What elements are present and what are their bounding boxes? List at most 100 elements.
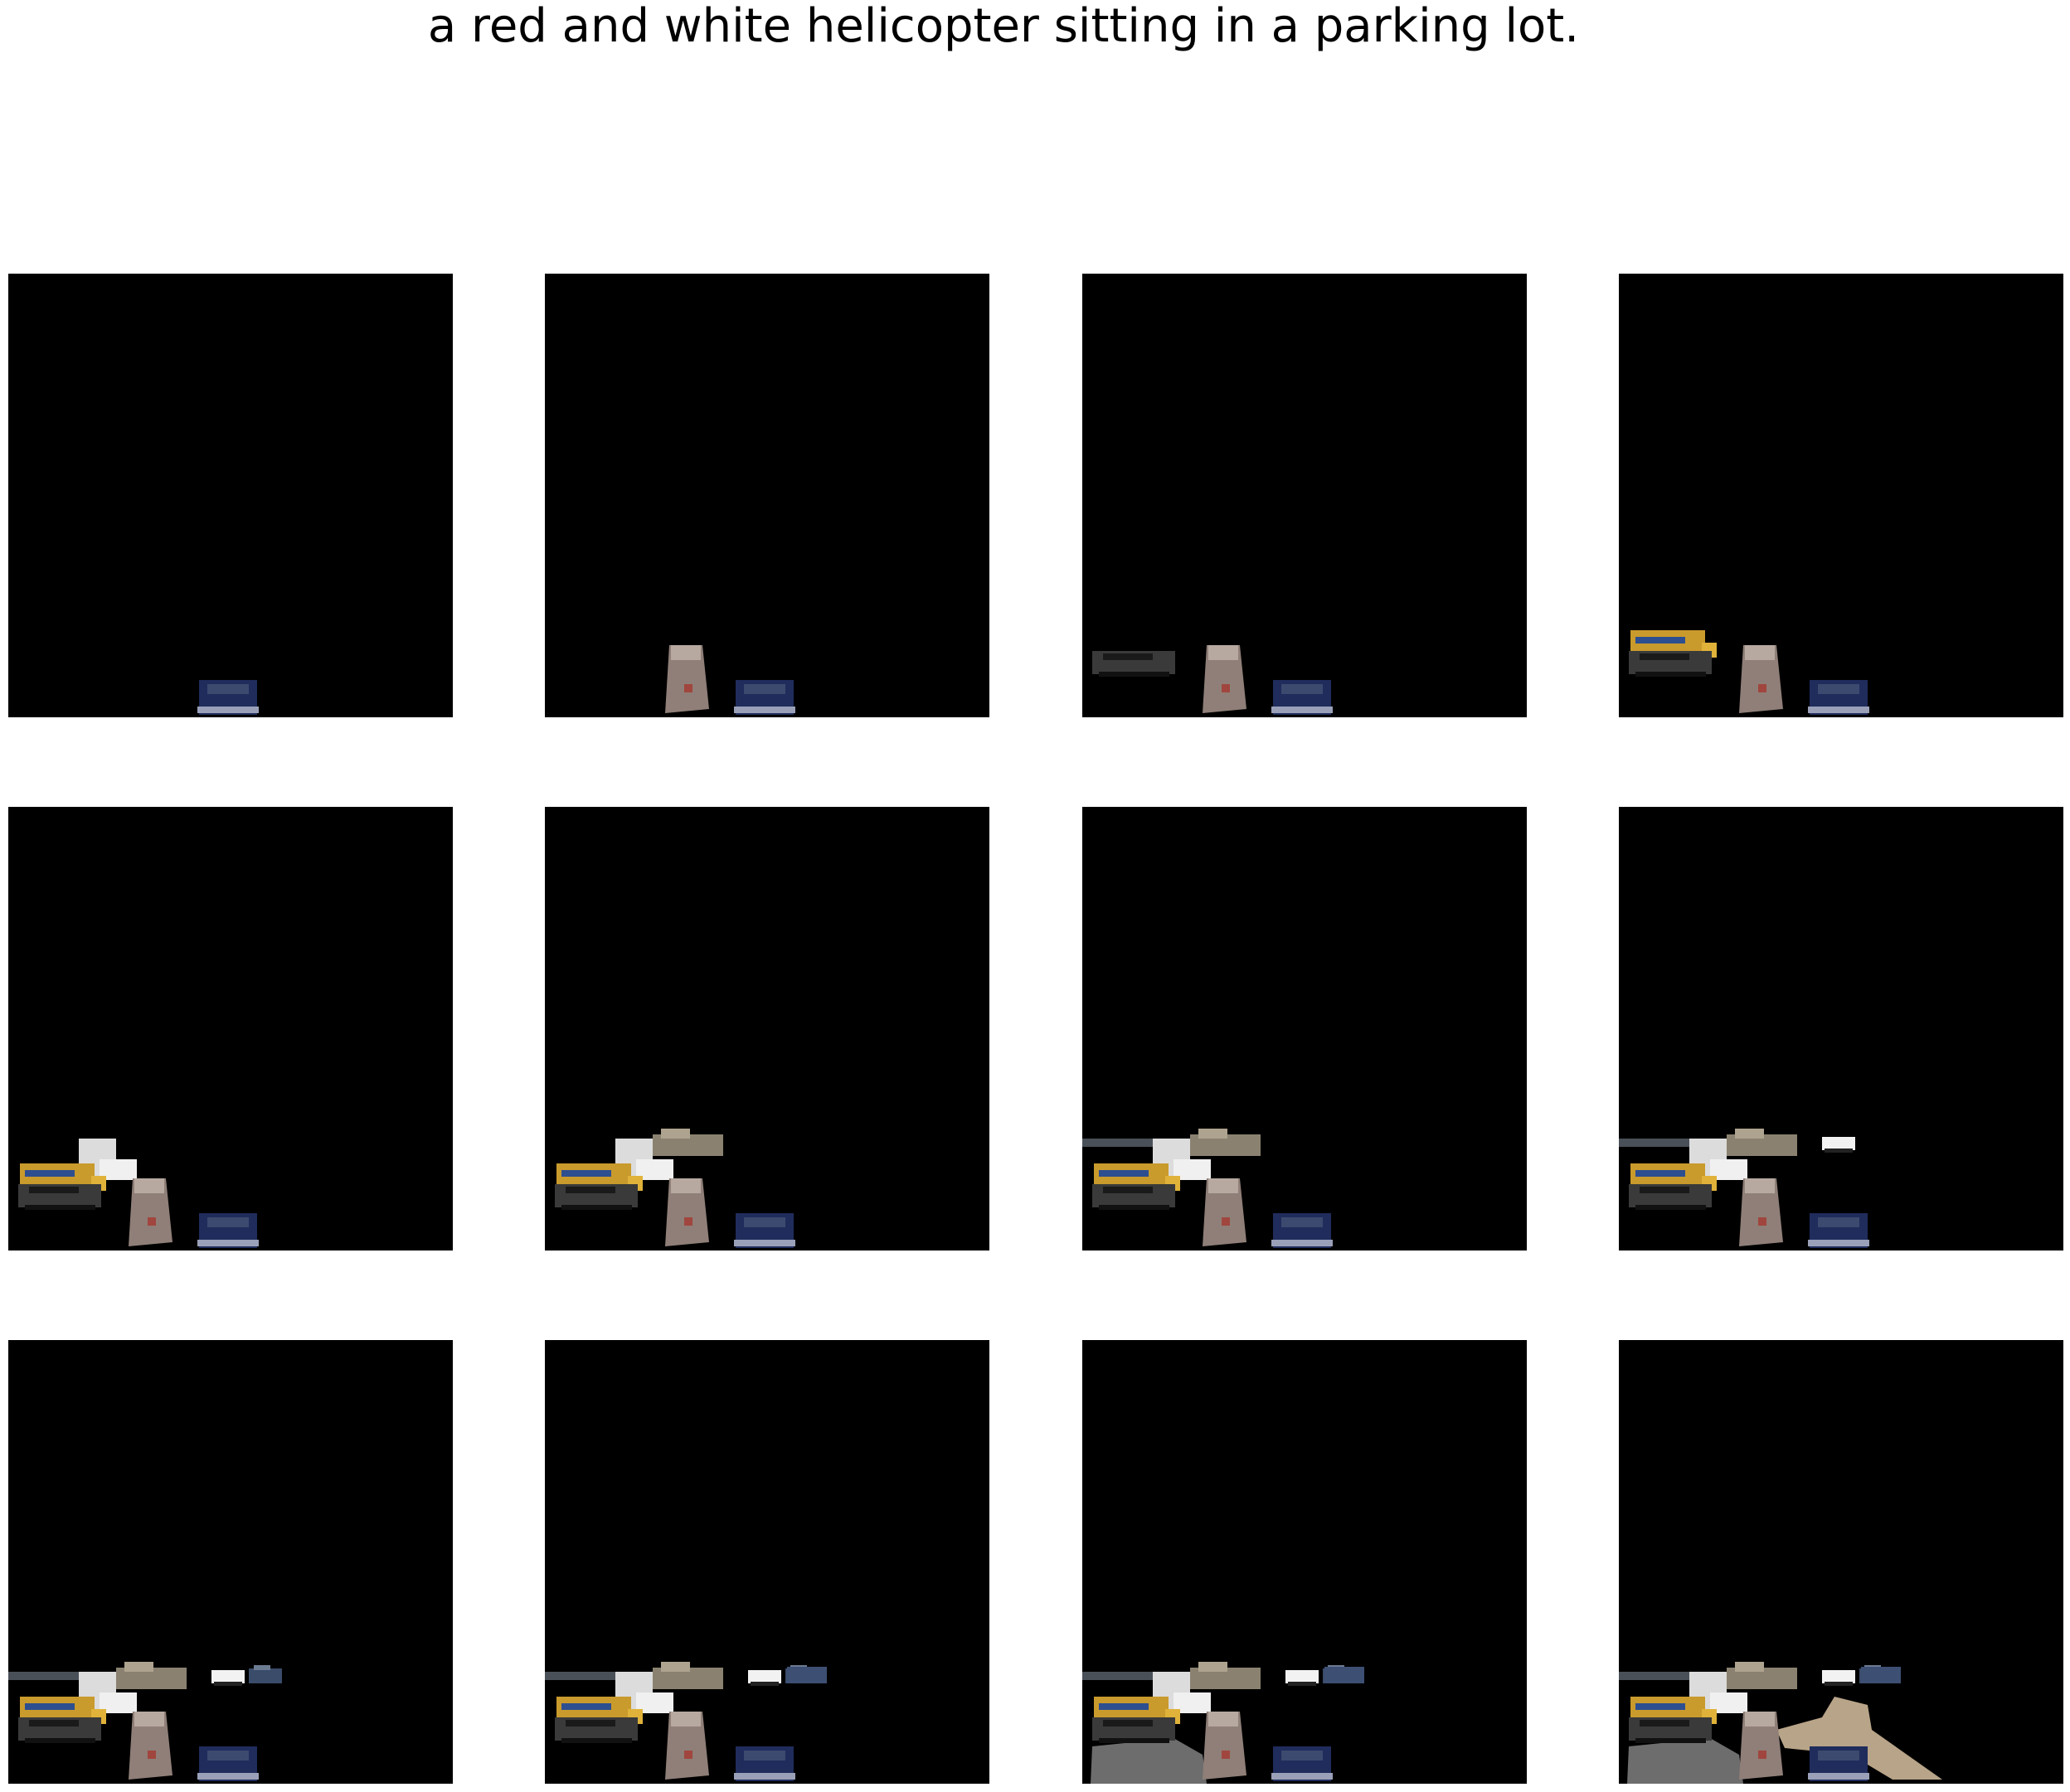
blue-car-window: [1818, 1751, 1859, 1760]
pickup-cab: [1198, 1129, 1227, 1139]
dark-van: [1629, 1717, 1712, 1743]
blue-vehicle-2-body: [1324, 1667, 1364, 1683]
white-car: [1822, 1137, 1855, 1153]
blue-car-bumper: [197, 1773, 259, 1780]
pickup: [1190, 1662, 1261, 1689]
dark-van: [555, 1717, 638, 1743]
dark-van-window: [1640, 653, 1689, 660]
pickup: [1190, 1129, 1261, 1156]
blue-car: [1271, 1213, 1333, 1248]
pickup-cab: [1198, 1662, 1227, 1672]
blue-car-window: [744, 1751, 785, 1760]
panel-step-12: [1619, 1340, 2063, 1784]
panel-step-7: [1082, 807, 1527, 1251]
blue-car-bumper: [734, 1240, 795, 1246]
rubble-mark: [148, 1217, 156, 1226]
dark-van-window: [1103, 653, 1153, 660]
rubble-top: [671, 645, 701, 660]
rubble-block: [665, 1178, 709, 1246]
white-car-body: [1822, 1137, 1855, 1150]
rubble-mark: [684, 1751, 692, 1759]
pickup-cab: [661, 1129, 690, 1139]
yellow-truck-stripe: [25, 1703, 75, 1710]
blue-car: [1808, 1213, 1869, 1248]
blue-car: [1271, 680, 1333, 715]
dark-van-wheels: [25, 1205, 95, 1210]
yellow-truck-stripe: [1099, 1170, 1149, 1177]
panel-step-4: [1619, 274, 2063, 717]
panel-grid: [0, 0, 2070, 1792]
blue-car-window: [1818, 1217, 1859, 1227]
blue-car-bumper: [734, 707, 795, 713]
yellow-truck-stripe: [25, 1170, 75, 1177]
rubble-mark: [1758, 1751, 1766, 1759]
dark-van-window: [566, 1720, 615, 1726]
dark-van-window: [29, 1187, 79, 1193]
pickup-cab: [1735, 1662, 1764, 1672]
rubble-block: [1203, 645, 1246, 713]
rubble-mark: [1758, 684, 1766, 692]
dark-van-wheels: [1635, 1738, 1706, 1743]
pickup-cab: [661, 1662, 690, 1672]
blue-car: [1808, 1746, 1869, 1781]
dark-van: [18, 1717, 101, 1743]
white-car-wheels: [1288, 1682, 1316, 1686]
blue-car-window: [1281, 684, 1323, 694]
blue-vehicle-2: [787, 1667, 827, 1683]
rubble-top: [1745, 645, 1775, 660]
small-blue-body: [249, 1668, 282, 1683]
white-car: [1822, 1670, 1855, 1686]
dark-van-window: [1640, 1187, 1689, 1193]
dark-van: [555, 1184, 638, 1210]
white-car-wheels: [751, 1682, 779, 1686]
blue-car-window: [744, 1217, 785, 1227]
blue-car: [197, 680, 259, 715]
blue-car-window: [1818, 684, 1859, 694]
rubble-mark: [684, 1217, 692, 1226]
rubble-top: [1745, 1178, 1775, 1193]
blue-car-bumper: [1271, 1240, 1333, 1246]
blue-car: [1808, 680, 1869, 715]
blue-car-window: [207, 684, 249, 694]
pickup: [116, 1662, 187, 1689]
rubble-top: [1208, 1178, 1238, 1193]
yellow-truck-stripe: [1635, 1170, 1685, 1177]
panel-canvas: [545, 1662, 827, 1781]
panel-canvas: [1082, 1129, 1333, 1248]
pickup-cab: [1735, 1129, 1764, 1139]
panel-canvas: [18, 1139, 259, 1248]
panel-canvas: [555, 1129, 795, 1248]
yellow-truck-stripe: [1099, 1703, 1149, 1710]
blue-car-window: [207, 1751, 249, 1760]
dark-van-window: [566, 1187, 615, 1193]
white-car: [748, 1670, 781, 1686]
small-blue-vehicle: [249, 1665, 282, 1683]
rubble-top: [134, 1178, 164, 1193]
yellow-truck-stripe: [561, 1170, 611, 1177]
yellow-truck-stripe: [1635, 637, 1685, 643]
pickup: [653, 1662, 723, 1689]
rubble-top: [1745, 1712, 1775, 1726]
dark-van-window: [29, 1720, 79, 1726]
rubble-mark: [1222, 684, 1230, 692]
rubble-mark: [1222, 1751, 1230, 1759]
pickup: [1727, 1662, 1797, 1689]
panel-step-11: [1082, 1340, 1527, 1784]
rubble-block: [1739, 1712, 1783, 1780]
rubble-block: [665, 1712, 709, 1780]
pickup: [653, 1129, 723, 1156]
blue-car: [734, 1213, 795, 1248]
blue-car-bumper: [197, 1240, 259, 1246]
rubble-block: [1739, 645, 1783, 713]
dark-van: [18, 1184, 101, 1210]
blue-car-bumper: [734, 1773, 795, 1780]
dark-van: [1629, 1184, 1712, 1210]
pickup: [1727, 1129, 1797, 1156]
blue-vehicle-2-body: [1861, 1667, 1901, 1683]
blue-vehicle-2: [1324, 1667, 1364, 1683]
dark-van-window: [1640, 1720, 1689, 1726]
rubble-block: [129, 1712, 172, 1780]
dark-van: [1092, 1717, 1175, 1743]
rubble-block: [1203, 1712, 1246, 1780]
rubble-mark: [148, 1751, 156, 1759]
